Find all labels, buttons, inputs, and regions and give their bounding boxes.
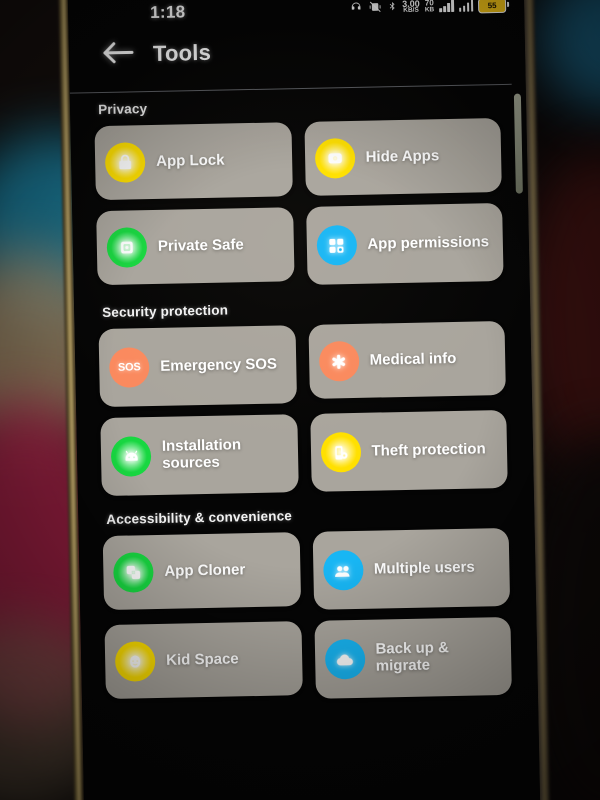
tools-scroll-container[interactable]: Privacy App Lock Hide Apps Private Safe … xyxy=(69,77,541,800)
network-speed-unit: KB/S xyxy=(403,6,419,15)
battery-percent-label: 55 xyxy=(487,0,497,10)
back-button[interactable] xyxy=(101,39,138,74)
phone-photo-scene: 1:18 3.00 KB/S 70 KB 55 Tools Privacy Ap… xyxy=(0,0,600,800)
app-grid-icon xyxy=(315,224,357,266)
tile-grid-accessibility: App Cloner Multiple users Kid Space Back… xyxy=(102,527,512,703)
status-clock: 1:18 xyxy=(149,2,186,23)
people-icon xyxy=(322,549,364,591)
tile-label: Theft protection xyxy=(371,439,486,460)
tile-app-lock[interactable]: App Lock xyxy=(94,122,293,201)
headphones-icon xyxy=(349,0,363,15)
vibrate-off-icon xyxy=(368,0,382,15)
data-usage-indicator: 70 KB xyxy=(425,0,435,13)
tile-label: Private Safe xyxy=(157,235,244,255)
clone-squares-icon xyxy=(113,552,154,593)
sos-icon: SOS xyxy=(108,347,150,388)
tile-label: Multiple users xyxy=(373,558,475,578)
page-title: Tools xyxy=(152,39,212,66)
tile-label: Back up & migrate xyxy=(375,639,450,675)
background-blur-right-teal xyxy=(540,0,600,110)
tile-multiple-users[interactable]: Multiple users xyxy=(312,527,511,610)
tile-label: Medical info xyxy=(369,349,457,369)
cellular-signal-primary-icon: 4G xyxy=(438,0,454,13)
tile-medical-info[interactable]: Medical info xyxy=(307,320,506,399)
tile-label: Kid Space xyxy=(165,649,239,669)
app-bar: Tools xyxy=(69,27,526,82)
tile-app-cloner[interactable]: App Cloner xyxy=(102,532,301,611)
phone-device: 1:18 3.00 KB/S 70 KB 55 Tools Privacy Ap… xyxy=(67,0,541,800)
tile-private-safe[interactable]: Private Safe xyxy=(96,207,295,286)
phone-lock-icon xyxy=(320,431,361,473)
tile-app-permissions[interactable]: App permissions xyxy=(305,202,504,285)
section-security-protection: Security protection SOS Emergency SOS Me… xyxy=(74,296,534,497)
tile-kid-space[interactable]: Kid Space xyxy=(104,621,303,700)
section-accessibility-convenience: Accessibility & convenience App Cloner M… xyxy=(78,503,538,703)
tile-label: Emergency SOS xyxy=(160,355,278,375)
section-privacy: Privacy App Lock Hide Apps Private Safe … xyxy=(70,93,530,289)
tile-installation-sources[interactable]: Installation sources xyxy=(100,414,299,497)
asterisk-icon xyxy=(318,340,360,382)
safe-box-icon xyxy=(106,227,148,268)
network-speed-indicator: 3.00 KB/S xyxy=(402,0,420,14)
status-bar: 1:18 3.00 KB/S 70 KB 55 xyxy=(68,0,524,31)
cellular-signal-secondary-icon xyxy=(458,0,474,12)
cloud-icon xyxy=(324,638,366,680)
header-divider xyxy=(69,83,512,94)
data-usage-unit: KB xyxy=(424,5,435,14)
tile-label: App Cloner xyxy=(164,560,246,580)
section-title-accessibility: Accessibility & convenience xyxy=(106,508,293,527)
status-icon-group: 3.00 KB/S 70 KB 4G 55 xyxy=(349,0,507,16)
tile-hide-apps[interactable]: Hide Apps xyxy=(303,118,502,196)
hidden-app-icon xyxy=(314,137,356,179)
lock-icon xyxy=(104,142,146,183)
tile-label: Installation sources xyxy=(161,436,242,472)
tile-label: Hide Apps xyxy=(365,146,440,166)
section-title-privacy: Privacy xyxy=(97,101,148,118)
bluetooth-icon xyxy=(387,0,397,15)
battery-icon: 55 xyxy=(477,0,507,13)
tile-label: App Lock xyxy=(155,151,225,170)
android-icon xyxy=(110,436,152,477)
tile-theft-protection[interactable]: Theft protection xyxy=(309,409,508,492)
child-face-icon xyxy=(114,641,156,682)
section-title-security: Security protection xyxy=(102,302,229,321)
sos-icon-text: SOS xyxy=(117,361,141,374)
tile-emergency-sos[interactable]: SOS Emergency SOS xyxy=(98,325,297,408)
tile-back-up-migrate[interactable]: Back up & migrate xyxy=(313,616,512,699)
tile-grid-privacy: App Lock Hide Apps Private Safe App perm… xyxy=(94,118,504,289)
tile-grid-security: SOS Emergency SOS Medical info Installat… xyxy=(98,320,508,497)
tile-label: App permissions xyxy=(367,232,490,253)
phone-screen: 1:18 3.00 KB/S 70 KB 55 Tools Privacy Ap… xyxy=(67,0,541,800)
